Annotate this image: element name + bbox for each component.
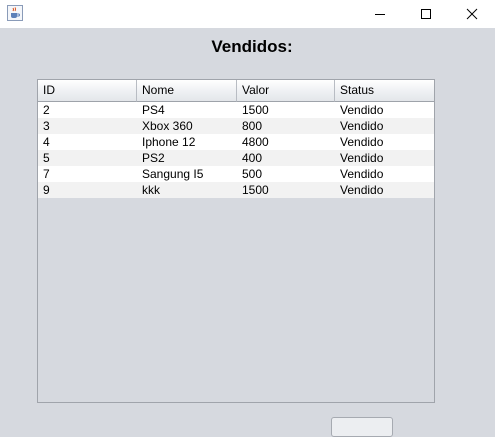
table-row[interactable]: 2 PS4 1500 Vendido	[38, 102, 434, 118]
cell-valor: 1500	[242, 103, 269, 117]
title-bar	[0, 0, 495, 28]
cell-valor: 4800	[242, 135, 269, 149]
cell-nome: Iphone 12	[142, 135, 196, 149]
table-row[interactable]: 3 Xbox 360 800 Vendido	[38, 118, 434, 134]
cell-nome: PS2	[142, 151, 165, 165]
table-row[interactable]: 9 kkk 1500 Vendido	[38, 182, 434, 198]
cell-valor: 500	[242, 167, 263, 181]
bottom-button[interactable]	[331, 417, 393, 437]
cell-nome: Xbox 360	[142, 119, 193, 133]
table-row[interactable]: 4 Iphone 12 4800 Vendido	[38, 134, 434, 150]
sold-items-table[interactable]: ID Nome Valor Status 2 PS4 1500 Vendido …	[37, 79, 435, 403]
table-header: ID Nome Valor Status	[38, 80, 434, 102]
close-icon	[466, 8, 478, 20]
minimize-icon	[375, 14, 385, 15]
maximize-icon	[421, 9, 431, 19]
cell-id: 9	[43, 183, 50, 197]
cell-id: 7	[43, 167, 50, 181]
cell-status: Vendido	[340, 151, 384, 165]
cell-id: 2	[43, 103, 50, 117]
cell-status: Vendido	[340, 119, 384, 133]
cell-nome: kkk	[142, 183, 160, 197]
column-header-status[interactable]: Status	[335, 80, 434, 102]
maximize-button[interactable]	[403, 0, 449, 28]
cell-status: Vendido	[340, 103, 384, 117]
page-title: Vendidos:	[211, 37, 293, 56]
cell-valor: 400	[242, 151, 263, 165]
cell-id: 3	[43, 119, 50, 133]
table-row[interactable]: 5 PS2 400 Vendido	[38, 150, 434, 166]
column-header-id[interactable]: ID	[38, 80, 137, 102]
cell-status: Vendido	[340, 167, 384, 181]
table-row[interactable]: 7 Sangung I5 500 Vendido	[38, 166, 434, 182]
minimize-button[interactable]	[357, 0, 403, 28]
java-cup-icon	[7, 5, 23, 21]
column-header-valor[interactable]: Valor	[237, 80, 335, 102]
cell-id: 4	[43, 135, 50, 149]
column-header-nome[interactable]: Nome	[137, 80, 237, 102]
cell-valor: 800	[242, 119, 263, 133]
cell-nome: PS4	[142, 103, 165, 117]
table-body: 2 PS4 1500 Vendido 3 Xbox 360 800 Vendid…	[38, 102, 434, 198]
cell-status: Vendido	[340, 183, 384, 197]
close-button[interactable]	[449, 0, 495, 28]
cell-valor: 1500	[242, 183, 269, 197]
cell-nome: Sangung I5	[142, 167, 204, 181]
cell-status: Vendido	[340, 135, 384, 149]
cell-id: 5	[43, 151, 50, 165]
